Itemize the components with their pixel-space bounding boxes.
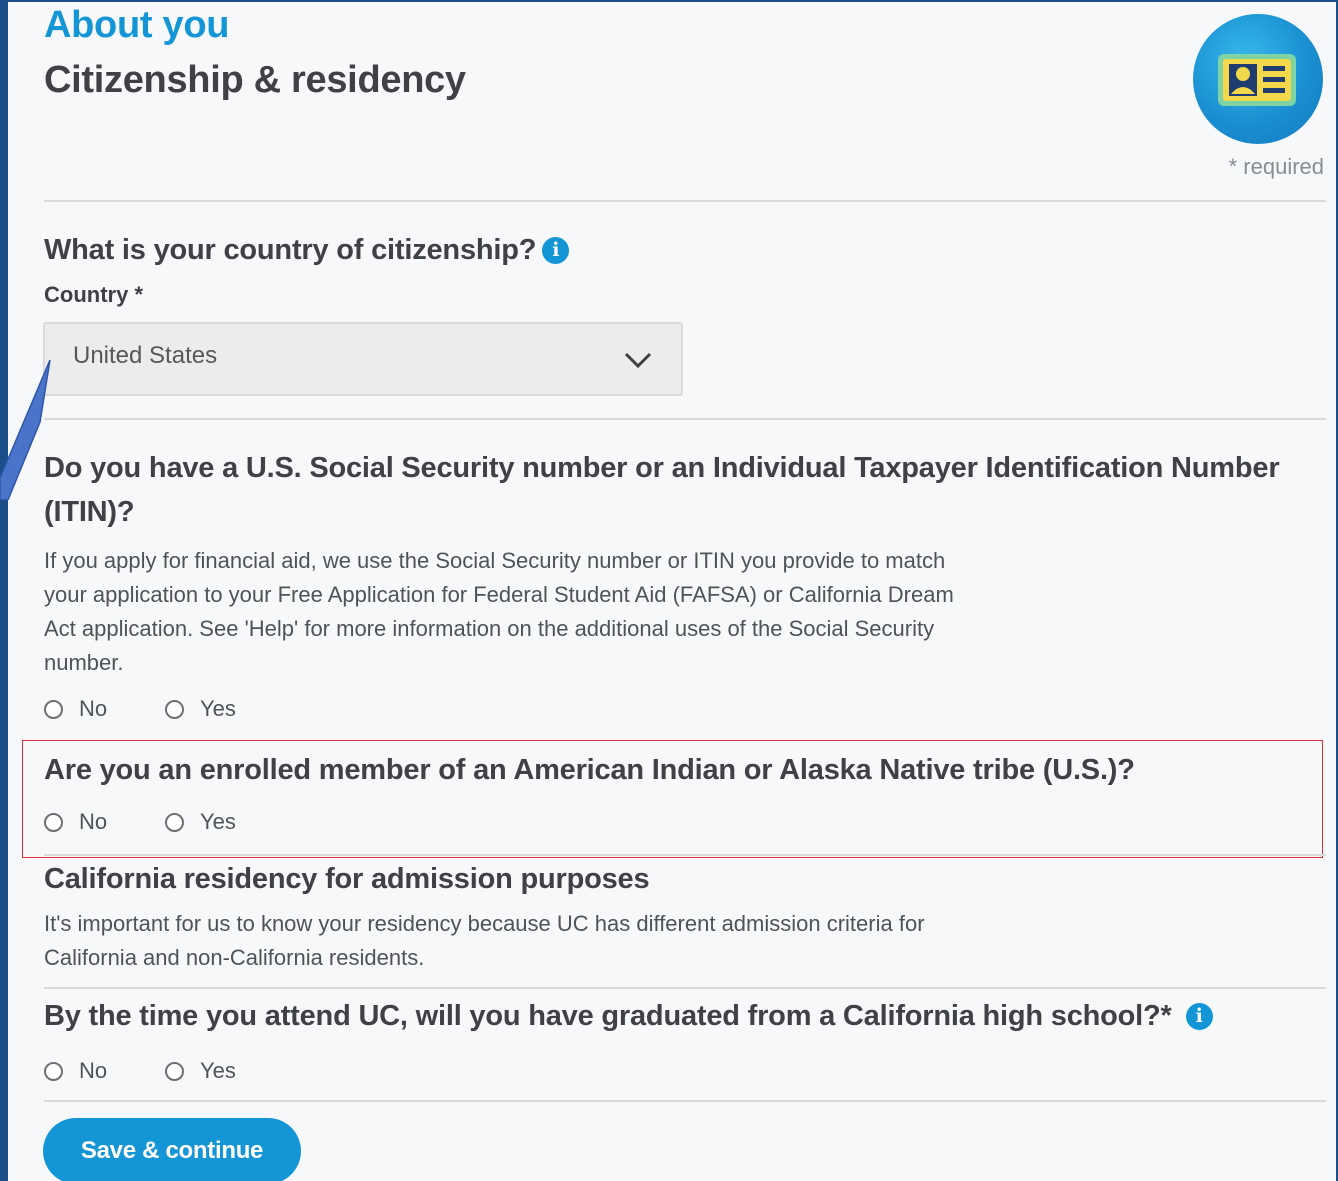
chevron-down-icon: [624, 352, 652, 369]
divider: [44, 200, 1326, 202]
info-icon[interactable]: i: [542, 237, 570, 264]
radio-circle[interactable]: [44, 1061, 63, 1081]
radio-circle[interactable]: [165, 699, 184, 719]
radio-label: Yes: [200, 1058, 236, 1083]
ssn-question-line: (ITIN)?: [44, 496, 135, 528]
radio-circle[interactable]: [44, 812, 63, 832]
section-eyebrow: About you: [44, 4, 230, 46]
id-card-badge: [1193, 14, 1323, 144]
citizenship-question-text: What is your country of citizenship?: [44, 234, 537, 266]
divider: [44, 854, 1326, 856]
country-field-label: Country *: [44, 282, 143, 307]
high-school-radio-no[interactable]: No: [44, 1056, 107, 1086]
ssn-question-line: Do you have a U.S. Social Security numbe…: [44, 452, 1280, 484]
save-continue-button[interactable]: Save & continue: [43, 1118, 301, 1181]
radio-circle[interactable]: [165, 812, 184, 832]
help-line: California and non-California residents.: [44, 945, 425, 970]
page-title: Citizenship & residency: [44, 59, 466, 101]
radio-label: Yes: [200, 809, 236, 834]
help-line: It's important for us to know your resid…: [44, 911, 925, 936]
tribe-radio-no[interactable]: No: [44, 807, 107, 837]
ssn-question: Do you have a U.S. Social Security numbe…: [44, 446, 1280, 534]
tribe-question: Are you an enrolled member of an America…: [44, 754, 1135, 786]
help-line: your application to your Free Applicatio…: [44, 582, 954, 607]
divider: [44, 418, 1326, 420]
required-note: * required: [1228, 154, 1324, 179]
high-school-question: By the time you attend UC, will you have…: [44, 994, 1213, 1038]
radio-label: No: [79, 809, 108, 834]
help-line: number.: [44, 650, 124, 675]
divider: [44, 987, 1326, 989]
residency-help-text: It's important for us to know your resid…: [44, 907, 1024, 975]
tribe-radio-yes[interactable]: Yes: [165, 807, 236, 837]
high-school-question-text: By the time you attend UC, will you have…: [44, 1000, 1172, 1032]
residency-heading: California residency for admission purpo…: [44, 863, 650, 895]
ssn-help-text: If you apply for financial aid, we use t…: [44, 544, 1024, 680]
radio-circle[interactable]: [165, 1061, 184, 1081]
radio-label: No: [79, 696, 108, 721]
info-icon[interactable]: i: [1185, 1003, 1213, 1030]
radio-label: Yes: [200, 696, 236, 721]
ssn-radio-no[interactable]: No: [44, 694, 107, 724]
country-select-value: United States: [73, 342, 218, 369]
application-panel: About you Citizenship & residency * requ…: [8, 2, 1336, 1181]
id-card-icon: [1218, 54, 1296, 106]
high-school-radio-yes[interactable]: Yes: [165, 1056, 236, 1086]
help-line: If you apply for financial aid, we use t…: [44, 548, 946, 573]
radio-label: No: [79, 1058, 108, 1083]
country-select[interactable]: United States: [43, 322, 683, 396]
help-line: Act application. See 'Help' for more inf…: [44, 616, 935, 641]
ssn-radio-yes[interactable]: Yes: [165, 694, 236, 724]
radio-circle[interactable]: [44, 699, 63, 719]
citizenship-question: What is your country of citizenship? i: [44, 228, 570, 272]
divider: [44, 1100, 1326, 1102]
